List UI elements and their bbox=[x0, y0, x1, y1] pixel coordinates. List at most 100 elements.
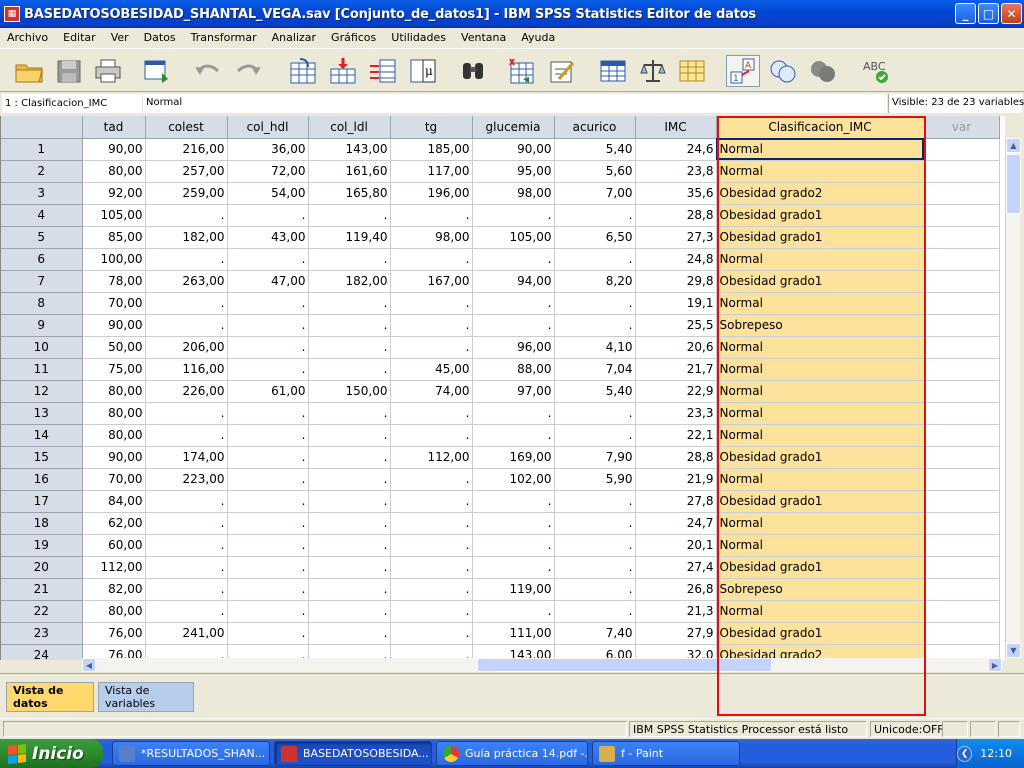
data-cell[interactable]: . bbox=[390, 402, 473, 425]
data-cell[interactable]: . bbox=[472, 512, 555, 535]
data-cell[interactable]: 185,00 bbox=[390, 138, 473, 161]
row-number[interactable]: 5 bbox=[1, 226, 83, 249]
data-cell[interactable]: 95,00 bbox=[472, 160, 555, 183]
data-cell[interactable]: 119,00 bbox=[472, 578, 555, 601]
variables-icon[interactable] bbox=[366, 55, 400, 87]
select-cases-icon[interactable] bbox=[675, 55, 709, 87]
data-cell[interactable]: . bbox=[472, 314, 555, 337]
data-cell[interactable]: . bbox=[227, 336, 309, 359]
cell-clasificacion-imc[interactable]: Normal bbox=[716, 600, 925, 623]
data-cell[interactable]: . bbox=[308, 622, 391, 645]
taskbar-item-resultados[interactable]: *RESULTADOS_SHAN... bbox=[112, 741, 270, 766]
data-cell[interactable]: 28,8 bbox=[635, 204, 717, 227]
data-cell[interactable]: . bbox=[227, 402, 309, 425]
data-cell[interactable]: 150,00 bbox=[308, 380, 391, 403]
data-cell[interactable]: 5,40 bbox=[554, 138, 636, 161]
data-cell[interactable]: 111,00 bbox=[472, 622, 555, 645]
data-cell[interactable]: 84,00 bbox=[82, 490, 146, 513]
data-cell[interactable]: . bbox=[390, 578, 473, 601]
save-icon[interactable] bbox=[52, 55, 86, 87]
cell-clasificacion-imc[interactable]: Sobrepeso bbox=[716, 578, 925, 601]
row-number[interactable]: 22 bbox=[1, 600, 83, 623]
data-cell[interactable]: 20,1 bbox=[635, 534, 717, 557]
menu-ver[interactable]: Ver bbox=[104, 31, 137, 44]
data-cell[interactable]: . bbox=[390, 248, 473, 271]
cell-clasificacion-imc[interactable]: Normal bbox=[716, 402, 925, 425]
data-cell[interactable]: 21,9 bbox=[635, 468, 717, 491]
cell-clasificacion-imc[interactable]: Normal bbox=[716, 468, 925, 491]
cell-clasificacion-imc[interactable]: Normal bbox=[716, 424, 925, 447]
data-cell[interactable]: 80,00 bbox=[82, 424, 146, 447]
show-hidden-icons-icon[interactable]: ❮ bbox=[957, 745, 973, 762]
data-cell[interactable]: . bbox=[145, 490, 228, 513]
menu-editar[interactable]: Editar bbox=[56, 31, 104, 44]
data-cell[interactable]: 226,00 bbox=[145, 380, 228, 403]
data-cell[interactable]: . bbox=[554, 578, 636, 601]
cell-clasificacion-imc[interactable]: Obesidad grado1 bbox=[716, 622, 925, 645]
data-cell[interactable]: 80,00 bbox=[82, 160, 146, 183]
empty-var-cell[interactable] bbox=[924, 534, 1000, 557]
empty-var-cell[interactable] bbox=[924, 160, 1000, 183]
data-cell[interactable]: 263,00 bbox=[145, 270, 228, 293]
data-cell[interactable]: 21,3 bbox=[635, 600, 717, 623]
menu-ventana[interactable]: Ventana bbox=[454, 31, 514, 44]
data-cell[interactable]: . bbox=[227, 534, 309, 557]
value-labels-icon[interactable]: A1 bbox=[726, 55, 760, 87]
column-header-colest[interactable]: colest bbox=[145, 116, 228, 139]
data-cell[interactable]: 19,1 bbox=[635, 292, 717, 315]
cell-clasificacion-imc[interactable]: Normal bbox=[716, 534, 925, 557]
split-file-icon[interactable] bbox=[545, 55, 579, 87]
data-cell[interactable]: . bbox=[554, 292, 636, 315]
menu-transformar[interactable]: Transformar bbox=[184, 31, 265, 44]
data-cell[interactable]: 7,40 bbox=[554, 622, 636, 645]
data-cell[interactable]: . bbox=[390, 292, 473, 315]
scroll-right-arrow-icon[interactable]: ▶ bbox=[988, 658, 1002, 672]
data-cell[interactable]: . bbox=[145, 402, 228, 425]
data-cell[interactable]: . bbox=[390, 534, 473, 557]
data-cell[interactable]: 100,00 bbox=[82, 248, 146, 271]
cell-value-field[interactable]: Normal bbox=[143, 94, 887, 113]
goto-case-icon[interactable] bbox=[286, 55, 320, 87]
cell-clasificacion-imc[interactable]: Normal bbox=[716, 380, 925, 403]
data-cell[interactable]: . bbox=[145, 424, 228, 447]
data-cell[interactable]: 22,1 bbox=[635, 424, 717, 447]
menu-utilidades[interactable]: Utilidades bbox=[384, 31, 454, 44]
data-cell[interactable]: 47,00 bbox=[227, 270, 309, 293]
data-cell[interactable]: 161,60 bbox=[308, 160, 391, 183]
data-cell[interactable]: 90,00 bbox=[472, 138, 555, 161]
cell-clasificacion-imc[interactable]: Obesidad grado1 bbox=[716, 226, 925, 249]
data-cell[interactable]: 80,00 bbox=[82, 600, 146, 623]
data-cell[interactable]: 94,00 bbox=[472, 270, 555, 293]
row-number[interactable]: 2 bbox=[1, 160, 83, 183]
data-cell[interactable]: 22,9 bbox=[635, 380, 717, 403]
row-number[interactable]: 23 bbox=[1, 622, 83, 645]
data-cell[interactable]: 70,00 bbox=[82, 292, 146, 315]
data-cell[interactable]: 60,00 bbox=[82, 534, 146, 557]
horizontal-scrollbar[interactable]: ◀ ▶ bbox=[82, 658, 1002, 672]
empty-var-cell[interactable] bbox=[924, 556, 1000, 579]
row-number[interactable]: 19 bbox=[1, 534, 83, 557]
goto-variable-icon[interactable] bbox=[326, 55, 360, 87]
data-cell[interactable]: . bbox=[472, 292, 555, 315]
taskbar-item-basedatos[interactable]: BASEDATOSOBESIDA... bbox=[274, 741, 432, 766]
data-cell[interactable]: 85,00 bbox=[82, 226, 146, 249]
menu-datos[interactable]: Datos bbox=[137, 31, 184, 44]
empty-var-cell[interactable] bbox=[924, 204, 1000, 227]
data-cell[interactable]: . bbox=[472, 600, 555, 623]
cell-clasificacion-imc[interactable]: Obesidad grado1 bbox=[716, 556, 925, 579]
data-cell[interactable]: 43,00 bbox=[227, 226, 309, 249]
data-cell[interactable]: 223,00 bbox=[145, 468, 228, 491]
find-icon[interactable] bbox=[456, 55, 490, 87]
insert-cases-icon[interactable] bbox=[504, 55, 538, 87]
data-cell[interactable]: 5,60 bbox=[554, 160, 636, 183]
data-cell[interactable]: . bbox=[390, 556, 473, 579]
row-number[interactable]: 7 bbox=[1, 270, 83, 293]
data-cell[interactable]: 116,00 bbox=[145, 358, 228, 381]
data-cell[interactable]: 24,7 bbox=[635, 512, 717, 535]
empty-var-cell[interactable] bbox=[924, 138, 1000, 161]
empty-var-cell[interactable] bbox=[924, 446, 1000, 469]
data-cell[interactable]: 167,00 bbox=[390, 270, 473, 293]
data-cell[interactable]: 196,00 bbox=[390, 182, 473, 205]
spell-check-icon[interactable]: ABC bbox=[858, 55, 892, 87]
cell-clasificacion-imc[interactable]: Sobrepeso bbox=[716, 314, 925, 337]
